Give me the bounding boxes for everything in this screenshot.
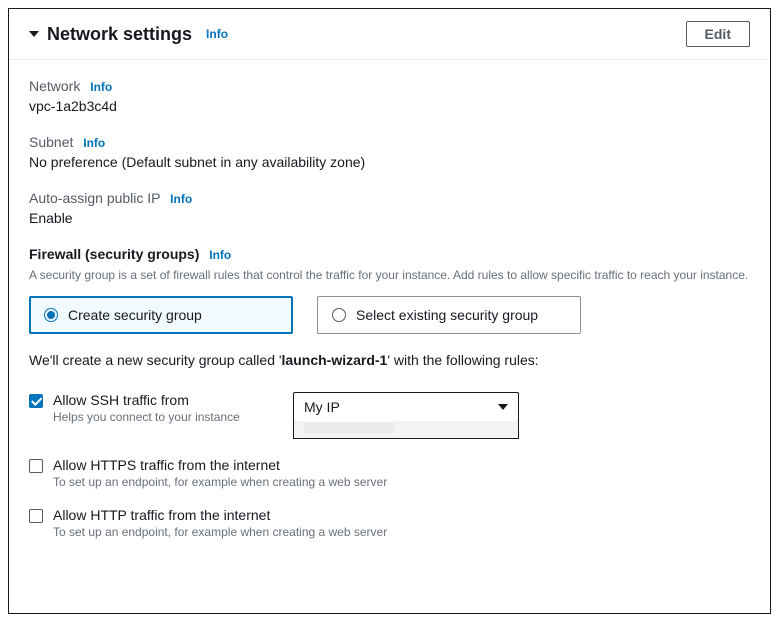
http-checkbox[interactable] <box>29 509 43 523</box>
https-rule-desc: To set up an endpoint, for example when … <box>53 475 750 489</box>
ssh-rule-title: Allow SSH traffic from <box>53 392 283 408</box>
ssh-rule-desc: Helps you connect to your instance <box>53 410 283 424</box>
autoip-info-link[interactable]: Info <box>170 192 192 206</box>
ssh-checkbox[interactable] <box>29 394 43 408</box>
create-security-group-tile[interactable]: Create security group <box>29 296 293 334</box>
network-label: Network <box>29 78 80 94</box>
ssh-source-value: My IP <box>304 399 340 415</box>
http-rule: Allow HTTP traffic from the internet To … <box>29 507 750 539</box>
firewall-info-link[interactable]: Info <box>209 248 231 262</box>
https-rule: Allow HTTPS traffic from the internet To… <box>29 457 750 489</box>
ssh-source-ip-display <box>293 421 519 439</box>
chevron-down-icon <box>498 404 508 410</box>
subnet-label: Subnet <box>29 134 73 150</box>
radio-icon <box>332 308 346 322</box>
firewall-option-row: Create security group Select existing se… <box>29 296 750 334</box>
redacted-ip <box>304 423 394 433</box>
http-rule-title: Allow HTTP traffic from the internet <box>53 507 750 523</box>
firewall-field: Firewall (security groups) Info A securi… <box>29 246 750 539</box>
firewall-label: Firewall (security groups) <box>29 246 199 262</box>
select-sg-label: Select existing security group <box>356 307 538 323</box>
network-field: Network Info vpc-1a2b3c4d <box>29 78 750 114</box>
http-rule-desc: To set up an endpoint, for example when … <box>53 525 750 539</box>
autoip-value: Enable <box>29 210 750 226</box>
autoip-field: Auto-assign public IP Info Enable <box>29 190 750 226</box>
ssh-source-select[interactable]: My IP <box>293 392 519 422</box>
panel-body: Network Info vpc-1a2b3c4d Subnet Info No… <box>9 60 770 557</box>
sg-note-prefix: We'll create a new security group called… <box>29 352 282 368</box>
network-info-link[interactable]: Info <box>90 80 112 94</box>
sg-note-name: launch-wizard-1 <box>282 352 388 368</box>
https-checkbox[interactable] <box>29 459 43 473</box>
network-settings-panel: Network settings Info Edit Network Info … <box>8 8 771 614</box>
subnet-field: Subnet Info No preference (Default subne… <box>29 134 750 170</box>
panel-title: Network settings <box>47 24 192 45</box>
ssh-rule: Allow SSH traffic from Helps you connect… <box>29 392 750 439</box>
https-rule-title: Allow HTTPS traffic from the internet <box>53 457 750 473</box>
sg-create-note: We'll create a new security group called… <box>29 352 750 368</box>
collapse-caret-icon[interactable] <box>29 31 39 37</box>
select-existing-security-group-tile[interactable]: Select existing security group <box>317 296 581 334</box>
network-value: vpc-1a2b3c4d <box>29 98 750 114</box>
subnet-value: No preference (Default subnet in any ava… <box>29 154 750 170</box>
autoip-label: Auto-assign public IP <box>29 190 160 206</box>
subnet-info-link[interactable]: Info <box>83 136 105 150</box>
create-sg-label: Create security group <box>68 307 202 323</box>
sg-note-suffix: ' with the following rules: <box>387 352 538 368</box>
firewall-desc: A security group is a set of firewall ru… <box>29 266 750 284</box>
header-info-link[interactable]: Info <box>206 27 228 41</box>
radio-icon <box>44 308 58 322</box>
panel-header: Network settings Info Edit <box>9 9 770 60</box>
edit-button[interactable]: Edit <box>686 21 750 47</box>
